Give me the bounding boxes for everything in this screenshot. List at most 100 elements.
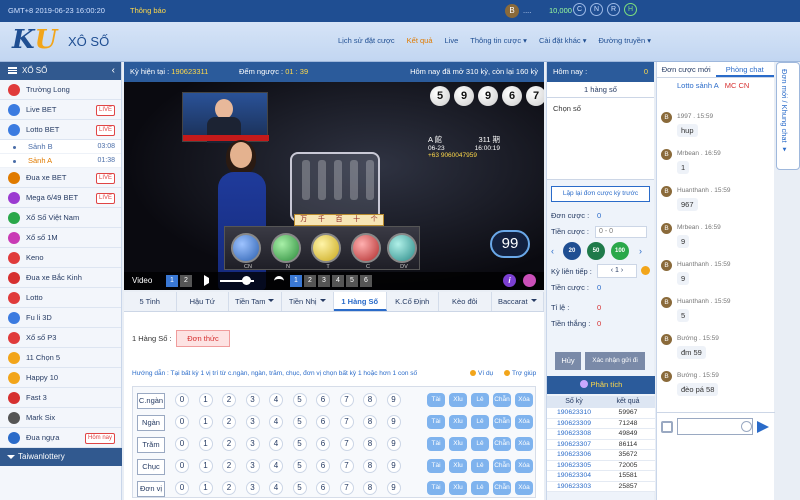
send-icon[interactable] [757, 421, 769, 433]
circle-c-icon[interactable]: C [573, 3, 586, 16]
quick-select-button[interactable]: Chẵn [493, 415, 511, 429]
source-4-button[interactable]: 4 [332, 275, 344, 287]
number-ball[interactable]: 7 [339, 393, 354, 407]
number-ball[interactable]: 1 [198, 481, 213, 495]
sidebar-item[interactable]: Mark Six [0, 408, 121, 428]
ky-lien-tiep-stepper[interactable]: ‹ 1 › [597, 264, 637, 278]
help-link[interactable]: Trợ giúp [504, 370, 536, 377]
tab-1-hang-so[interactable]: 1 Hàng Số [334, 292, 387, 311]
nav-history[interactable]: Lịch sử đặt cược [338, 36, 395, 45]
sidebar-item[interactable]: Fast 3 [0, 388, 121, 408]
quick-select-button[interactable]: Xỉu [449, 481, 467, 495]
quick-select-button[interactable]: Chẵn [493, 481, 511, 495]
notice-link[interactable]: Thông báo [130, 6, 166, 15]
chip-100[interactable]: 100 [611, 242, 629, 260]
number-ball[interactable]: 7 [339, 415, 354, 429]
sidebar-item[interactable]: Xổ số P3 [0, 328, 121, 348]
quick-select-button[interactable]: Xỉu [449, 393, 467, 407]
live-video[interactable]: 万千百十个 CN N T C DV 5 9 9 6 7 A 館 311 期 06-… [124, 82, 544, 290]
sidebar-item[interactable]: Lotto BET LIVE [0, 120, 121, 140]
tab-k-co-dinh[interactable]: K.Cố Định [387, 292, 439, 311]
number-ball[interactable]: 1 [198, 393, 213, 407]
tab-5-tinh[interactable]: 5 Tinh [124, 292, 177, 311]
source-2-button[interactable]: 2 [304, 275, 316, 287]
number-ball[interactable]: 1 [198, 437, 213, 451]
tab-tien-tam[interactable]: Tiền Tam [229, 292, 282, 311]
quick-select-button[interactable]: Xỉu [449, 437, 467, 451]
sidebar-item[interactable]: Mega 6/49 BET LIVE [0, 188, 121, 208]
sidebar-item[interactable]: Sảnh A 01:38 [0, 154, 121, 168]
logo[interactable]: KU [12, 25, 57, 59]
nav-live[interactable]: Live [445, 36, 459, 45]
sidebar-item[interactable]: Trường Long [0, 80, 121, 100]
number-ball[interactable]: 0 [175, 459, 189, 473]
fullscreen-icon[interactable] [523, 274, 536, 287]
circle-h-icon[interactable]: H [624, 3, 637, 16]
number-ball[interactable]: 8 [363, 459, 377, 473]
number-ball[interactable]: 9 [386, 393, 401, 407]
circle-r-icon[interactable]: R [607, 3, 620, 16]
number-ball[interactable]: 6 [316, 393, 330, 407]
number-ball[interactable]: 6 [316, 481, 330, 495]
cam-1-button[interactable]: 1 [166, 275, 178, 287]
quick-select-button[interactable]: Xóa [515, 437, 533, 451]
number-ball[interactable]: 7 [339, 437, 354, 451]
number-ball[interactable]: 2 [222, 459, 236, 473]
number-ball[interactable]: 3 [245, 415, 260, 429]
number-ball[interactable]: 9 [386, 459, 401, 473]
quick-select-button[interactable]: Tài [427, 481, 445, 495]
number-ball[interactable]: 3 [245, 481, 260, 495]
cam-2-button[interactable]: 2 [180, 275, 192, 287]
sidebar-item[interactable]: Keno [0, 248, 121, 268]
quick-select-button[interactable]: Xỉu [449, 459, 467, 473]
analysis-button[interactable]: Phân tích [547, 376, 655, 394]
quick-select-button[interactable]: Tài [427, 437, 445, 451]
volume-icon[interactable] [204, 275, 214, 286]
menu-icon[interactable] [8, 67, 17, 75]
tab-new-bets[interactable]: Đơn cược mới [657, 62, 716, 77]
number-ball[interactable]: 7 [339, 459, 354, 473]
tab-tien-nhi[interactable]: Tiền Nhị [282, 292, 334, 311]
sidebar-item[interactable]: Live BET LIVE [0, 100, 121, 120]
number-ball[interactable]: 2 [222, 481, 236, 495]
nav-settings[interactable]: Cài đặt khác ▾ [539, 36, 587, 45]
tab-baccarat[interactable]: Baccarat [492, 292, 544, 311]
number-ball[interactable]: 5 [292, 393, 307, 407]
number-ball[interactable]: 4 [269, 459, 283, 473]
example-link[interactable]: Ví dụ [470, 370, 493, 377]
tab-keo-doi[interactable]: Kèo đôi [439, 292, 492, 311]
chevron-left-icon[interactable]: ‹ [551, 246, 554, 256]
sidebar-item[interactable]: Đua ngựa Hôm nay [0, 428, 121, 448]
quick-select-button[interactable]: Lẻ [471, 459, 489, 473]
emoji-icon[interactable] [741, 421, 752, 432]
chip-20[interactable]: 20 [563, 242, 581, 260]
quick-select-button[interactable]: Tài [427, 459, 445, 473]
quick-select-button[interactable]: Lẻ [471, 481, 489, 495]
number-ball[interactable]: 6 [316, 459, 330, 473]
number-ball[interactable]: 8 [363, 437, 377, 451]
number-ball[interactable]: 4 [269, 481, 283, 495]
number-ball[interactable]: 5 [292, 437, 307, 451]
number-ball[interactable]: 9 [386, 437, 401, 451]
number-ball[interactable]: 5 [292, 481, 307, 495]
sidebar-item[interactable]: Fu li 3D [0, 308, 121, 328]
quick-select-button[interactable]: Lẻ [471, 437, 489, 451]
number-ball[interactable]: 0 [175, 415, 189, 429]
number-ball[interactable]: 9 [386, 415, 401, 429]
number-ball[interactable]: 6 [316, 437, 330, 451]
tab-hau-tu[interactable]: Hậu Tứ [177, 292, 229, 311]
number-ball[interactable]: 2 [222, 415, 236, 429]
tab-chat-room[interactable]: Phòng chat [715, 62, 774, 77]
user-avatar[interactable]: B [505, 4, 519, 18]
number-ball[interactable]: 3 [245, 437, 260, 451]
nav-bet-info[interactable]: Thông tin cược ▾ [470, 36, 527, 45]
chevron-right-icon[interactable]: › [639, 246, 642, 256]
number-ball[interactable]: 4 [269, 437, 283, 451]
volume-knob[interactable] [242, 276, 251, 285]
quick-select-button[interactable]: Chẵn [493, 437, 511, 451]
repeat-bet-button[interactable]: Lặp lại đơn cược kỳ trước [551, 186, 650, 202]
number-ball[interactable]: 1 [198, 415, 213, 429]
cancel-button[interactable]: Hủy [555, 352, 581, 370]
number-ball[interactable]: 5 [292, 459, 307, 473]
quick-select-button[interactable]: Xóa [515, 481, 533, 495]
